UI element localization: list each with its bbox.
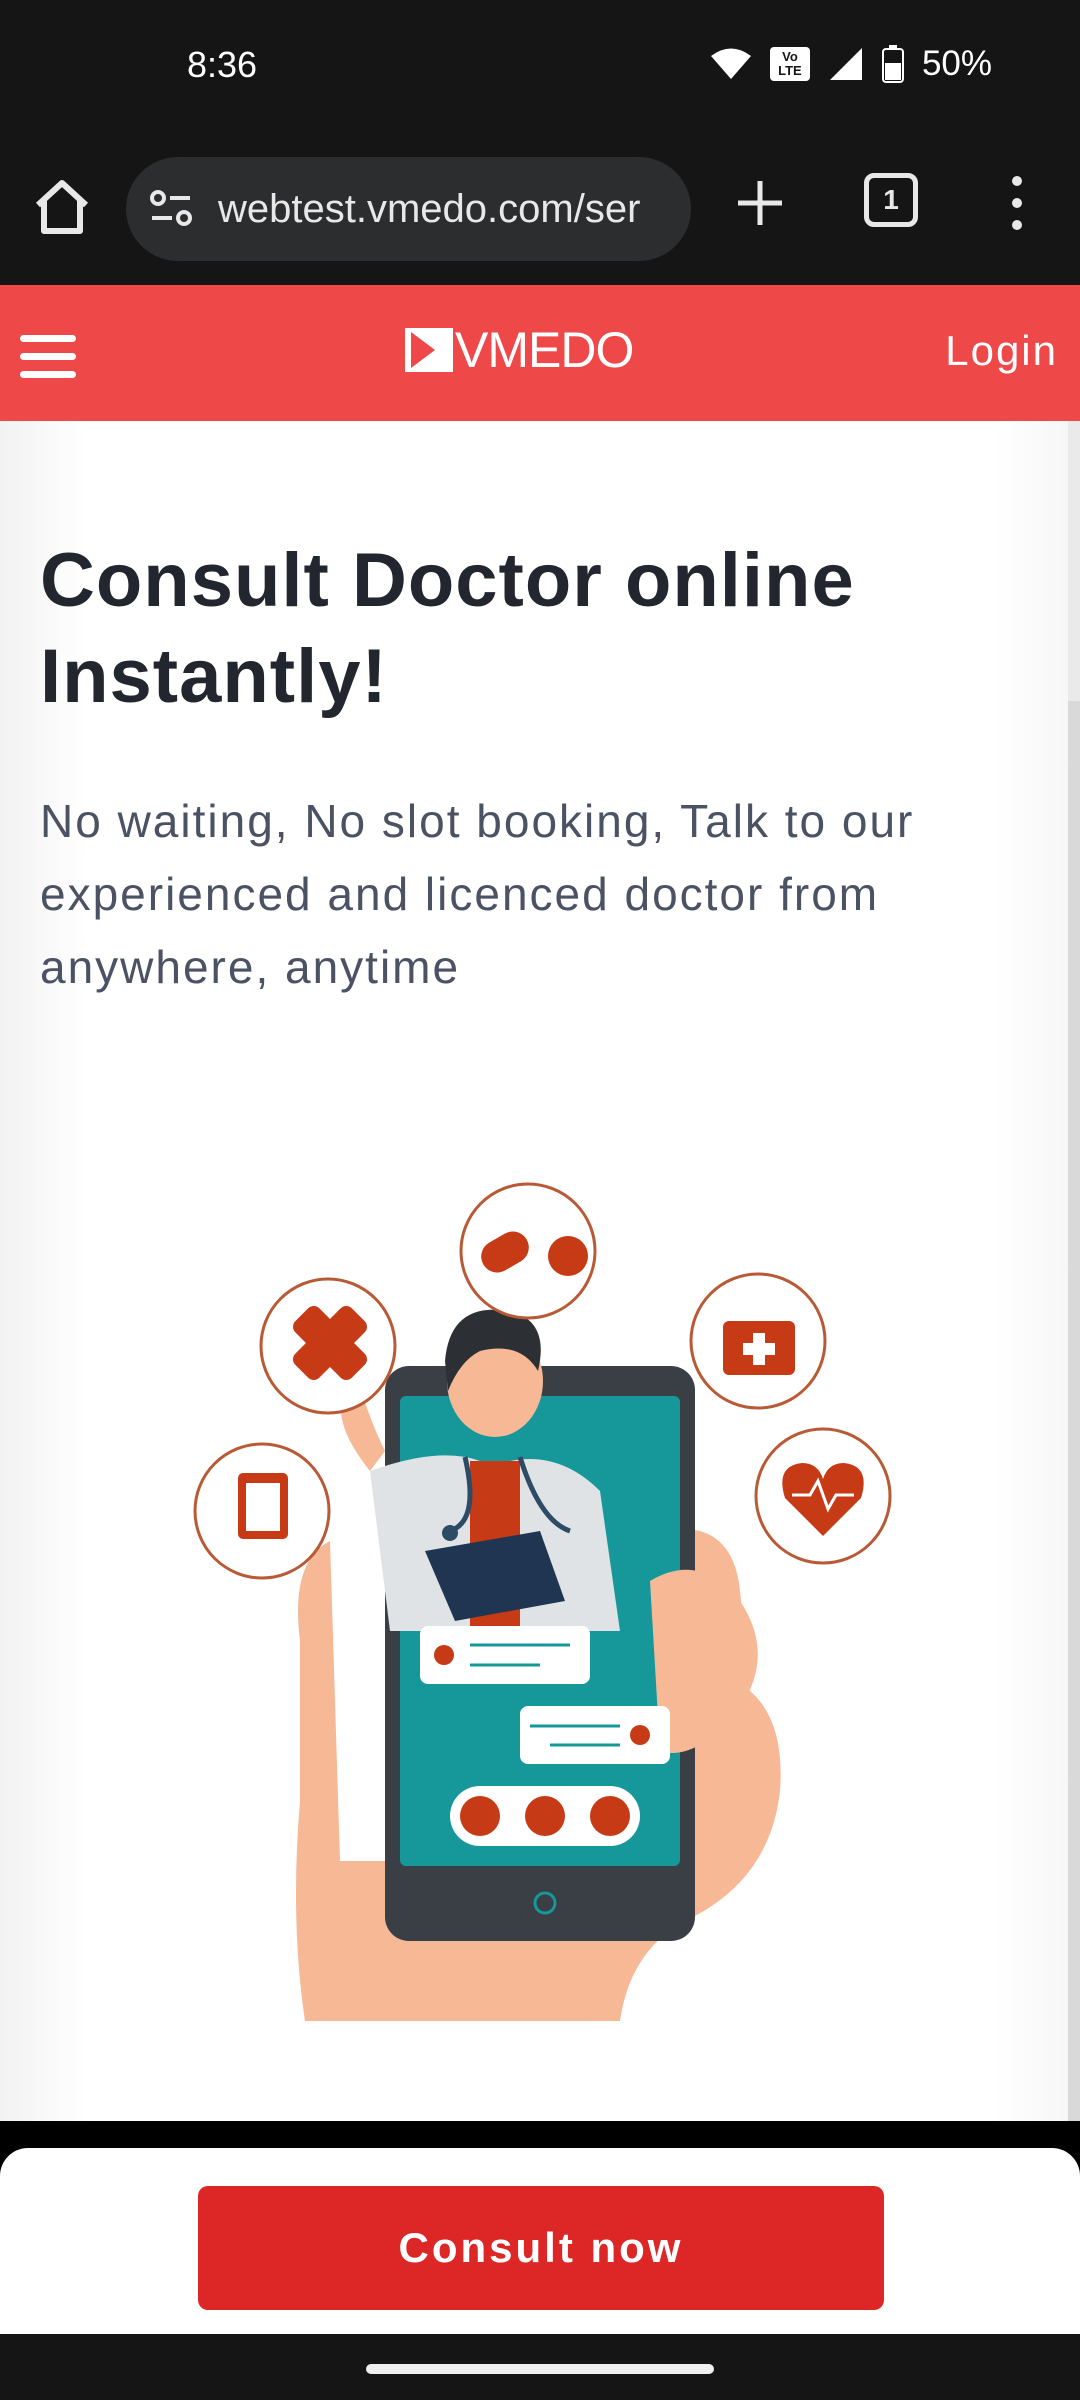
- system-nav-bar: [0, 2334, 1080, 2400]
- logo-mark-icon: [405, 328, 453, 372]
- cta-sheet: Consult now: [0, 2148, 1080, 2334]
- consult-now-button[interactable]: Consult now: [198, 2186, 884, 2310]
- signal-icon: [829, 48, 862, 80]
- url-text: webtest.vmedo.com/ser: [218, 186, 641, 231]
- hero-subtitle: No waiting, No slot booking, Talk to our…: [40, 795, 915, 993]
- vmedo-logo[interactable]: VMEDO: [405, 322, 634, 378]
- hamburger-menu-icon[interactable]: [20, 335, 76, 379]
- doctor-on-phone-illustration: [193, 1182, 892, 2021]
- status-icons: Vo LTE 50%: [710, 44, 992, 84]
- status-bar: 8:36 Vo LTE 50%: [0, 0, 1080, 135]
- logo-text: VMEDO: [455, 322, 634, 378]
- new-tab-icon[interactable]: [730, 173, 790, 233]
- site-header: VMEDO Login: [0, 285, 1080, 421]
- battery-icon: [881, 45, 904, 83]
- address-bar[interactable]: webtest.vmedo.com/ser: [126, 157, 691, 261]
- volte-icon: Vo LTE: [769, 47, 810, 81]
- home-icon[interactable]: [30, 175, 94, 239]
- battery-percent: 50%: [921, 44, 992, 83]
- main-content: Consult Doctor online Instantly! No wait…: [0, 421, 1080, 2121]
- tabs-icon[interactable]: 1: [864, 173, 918, 227]
- login-link[interactable]: Login: [945, 327, 1058, 375]
- wifi-icon: [710, 48, 751, 79]
- more-menu-icon[interactable]: [1000, 171, 1034, 235]
- browser-toolbar: webtest.vmedo.com/ser 1: [0, 135, 1080, 285]
- gesture-handle[interactable]: [366, 2364, 714, 2374]
- site-info-icon[interactable]: [146, 184, 196, 234]
- scrollbar[interactable]: [1068, 421, 1080, 2121]
- status-time: 8:36: [187, 44, 258, 85]
- hero-title: Consult Doctor online Instantly!: [40, 538, 855, 719]
